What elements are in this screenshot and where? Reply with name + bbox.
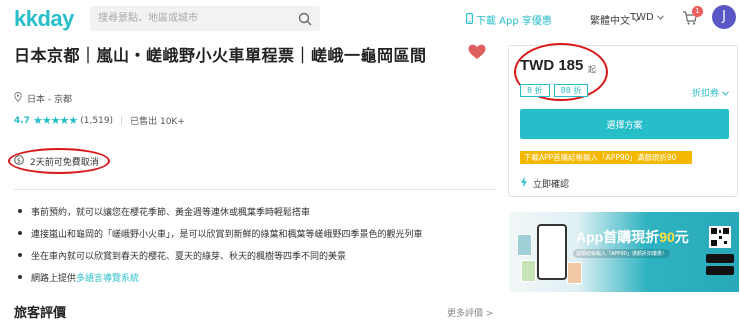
download-app-label: 下載 App 享優惠	[476, 16, 552, 27]
language-label: 繁體中文	[590, 16, 630, 27]
location-row: 日本 - 京都	[14, 92, 72, 105]
more-reviews-link[interactable]: 更多評價 >	[447, 306, 493, 319]
dollar-circle-icon: $	[14, 155, 24, 168]
chevron-down-icon	[656, 12, 664, 23]
list-item: 網路上提供 多語言導覽系統	[18, 266, 423, 288]
google-play-badge-icon	[706, 266, 734, 275]
phone-mockup-icon	[537, 224, 567, 280]
sold-count: 已售出 10K+	[130, 117, 185, 127]
coupon-label: 折扣券	[692, 89, 720, 99]
download-app-link[interactable]: 下載 App 享優惠	[466, 12, 552, 27]
search-box[interactable]	[90, 6, 320, 31]
highlights-list: 事前預約，就可以讓您在櫻花季節、黃金週等連休或楓葉季時輕鬆搭車 連接嵐山和龜岡的…	[18, 200, 423, 288]
cancellation-text: 2天前可免費取消	[30, 158, 99, 168]
discount-tags: 8 折 88 折	[520, 84, 589, 97]
map-pin-icon	[14, 92, 22, 105]
user-avatar[interactable]: J	[712, 5, 736, 29]
kkday-logo[interactable]: kkday	[14, 6, 74, 32]
search-icon[interactable]	[298, 11, 312, 30]
instant-confirm-text: 立即確認	[533, 180, 570, 190]
ad-title: App首購現折90元	[576, 229, 689, 245]
app-promo-banner: 下載APP首購結帳輸入「APP90」滿額現折90	[520, 151, 692, 164]
reviews-heading: 旅客評價	[14, 306, 67, 321]
review-count[interactable]: (1,519)	[80, 116, 113, 126]
lightning-icon	[520, 176, 528, 191]
ad-image-card	[517, 234, 532, 256]
list-item: 事前預約，就可以讓您在櫻花季節、黃金週等連休或楓葉季時輕鬆搭車	[18, 200, 423, 222]
list-item: 坐在車內就可以欣賞到春天的櫻花、夏天的綠芽、秋天的楓樹等四季不同的美景	[18, 244, 423, 266]
chevron-down-icon	[722, 89, 729, 99]
section-divider	[14, 189, 496, 190]
qr-code-icon	[709, 226, 731, 248]
rating-row: 4.7 ★★★★★ (1,519) | 已售出 10K+	[14, 114, 185, 127]
currency-selector[interactable]: TWD	[630, 12, 664, 23]
free-cancellation: $ 2天前可免費取消	[14, 155, 99, 168]
discount-tag: 88 折	[553, 84, 589, 97]
heart-icon[interactable]	[468, 44, 486, 64]
currency-label: TWD	[630, 12, 654, 23]
product-title: 日本京都｜嵐山・嵯峨野小火車單程票｜嵯峨一龜岡區間	[14, 46, 427, 65]
svg-text:$: $	[17, 156, 21, 164]
coupon-dropdown[interactable]: 折扣券	[692, 86, 729, 99]
cart-count-badge: 1	[692, 6, 703, 17]
top-header: kkday 下載 App 享優惠 繁體中文 TWD 1 J	[0, 0, 740, 36]
star-rating-icon: ★★★★★	[32, 114, 78, 127]
app-store-badge-icon	[706, 254, 734, 263]
search-input[interactable]	[98, 6, 288, 31]
list-item: 連接嵐山和龜岡的「嵯峨野小火車」，是可以欣賞到新鮮的綠葉和楓葉等嵯峨野四季景色的…	[18, 222, 423, 244]
phone-icon	[466, 12, 473, 27]
ad-image-card	[567, 262, 582, 284]
select-plan-button[interactable]: 選擇方案	[520, 109, 729, 139]
rating-score: 4.7	[14, 115, 30, 126]
instant-confirmation: 立即確認	[520, 176, 569, 191]
app-ad-banner[interactable]: App首購現折90元 首購結帳輸入「APP90」滿額折扣優惠！	[509, 212, 739, 292]
divider: |	[120, 115, 124, 126]
multilingual-guide-link[interactable]: 多語言導覽系統	[76, 271, 139, 284]
discount-tag: 8 折	[520, 84, 550, 97]
ad-subtitle: 首購結帳輸入「APP90」滿額折扣優惠！	[573, 249, 670, 258]
ad-image-card	[521, 260, 536, 282]
location-text: 日本 - 京都	[27, 95, 72, 105]
